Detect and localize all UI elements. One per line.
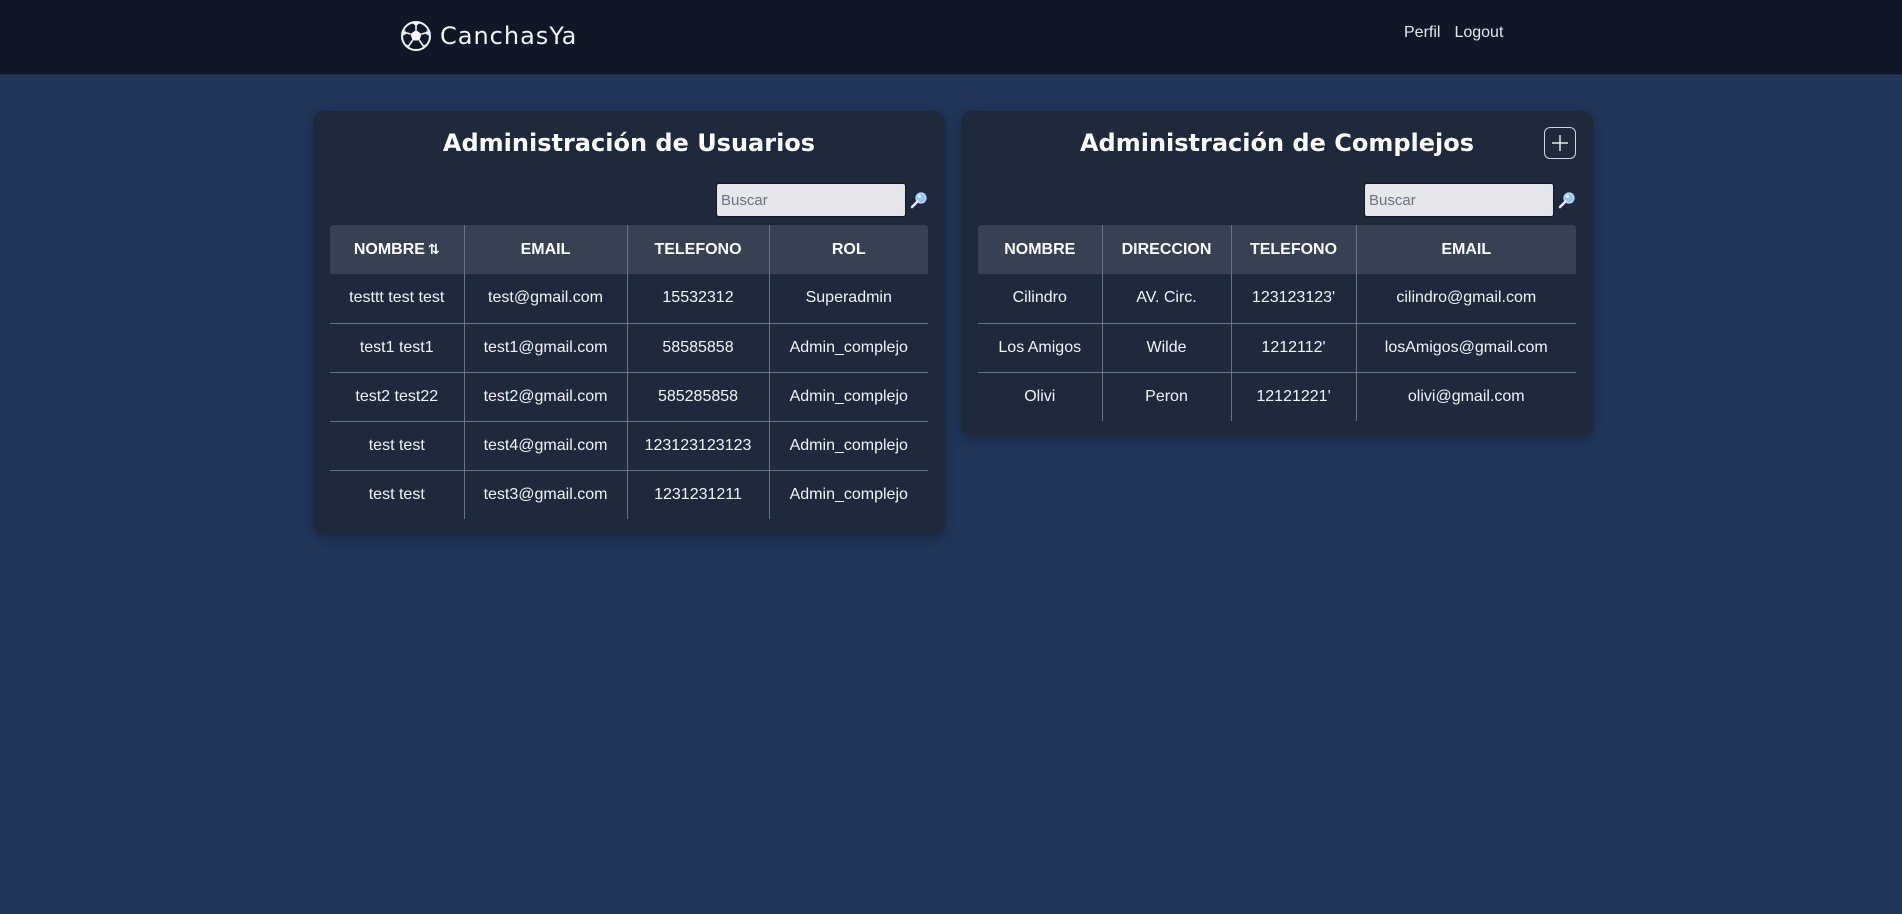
cell-nombre: test1 test1 xyxy=(330,323,465,373)
cell-telefono: 15532312 xyxy=(627,274,770,324)
search-icon[interactable] xyxy=(910,191,928,209)
complejos-table: NOMBRE DIRECCION TELEFONO EMAIL Cilindro… xyxy=(978,225,1576,421)
table-row[interactable]: test2 test22 test2@gmail.com 585285858 A… xyxy=(330,372,928,422)
cell-email: test2@gmail.com xyxy=(464,372,628,422)
top-navbar: CanchasYa Perfil Logout xyxy=(0,0,1902,75)
cell-rol: Admin_complejo xyxy=(769,323,928,373)
column-header-nombre: NOMBRE xyxy=(978,225,1103,274)
plus-icon xyxy=(1552,135,1568,151)
column-header-telefono: TELEFONO xyxy=(627,225,770,274)
brand-logo[interactable]: CanchasYa xyxy=(400,18,577,54)
cell-email: olivi@gmail.com xyxy=(1407,387,1525,405)
cell-telefono: 12121221' xyxy=(1231,372,1357,421)
cell-nombre: Olivi xyxy=(978,372,1103,421)
table-row[interactable]: test test test3@gmail.com 1231231211 Adm… xyxy=(330,470,928,519)
users-card-title: Administración de Usuarios xyxy=(442,129,816,157)
cell-nombre: test test xyxy=(330,421,465,471)
nav-links: Perfil Logout xyxy=(1404,24,1503,42)
table-header-row: NOMBRE ⇅ EMAIL TELEFONO ROL xyxy=(330,225,928,274)
cell-direccion: Wilde xyxy=(1102,323,1232,373)
users-table: NOMBRE ⇅ EMAIL TELEFONO ROL testtt test t… xyxy=(330,225,928,519)
complejos-admin-card: Administración de Complejos NOMBRE DIREC… xyxy=(961,111,1593,436)
column-header-telefono: TELEFONO xyxy=(1231,225,1357,274)
users-admin-card: Administración de Usuarios NOMBRE⇅ EMAIL… xyxy=(313,111,945,534)
cell-nombre: Cilindro xyxy=(978,274,1103,324)
complejos-card-title: Administración de Complejos xyxy=(1079,129,1475,157)
complejos-search-input[interactable] xyxy=(1364,183,1554,217)
cell-telefono: 1231231211 xyxy=(627,470,770,519)
table-row[interactable]: Cilindro AV. Circ. 123123123' cilindro@g… xyxy=(978,274,1576,324)
cell-telefono: 1212112' xyxy=(1231,323,1357,373)
cell-email: test@gmail.com xyxy=(464,274,628,324)
column-header-nombre[interactable]: NOMBRE ⇅ xyxy=(330,225,465,274)
cell-rol: Admin_complejo xyxy=(769,421,928,471)
column-header-rol: ROL xyxy=(769,225,928,274)
search-icon[interactable] xyxy=(1558,191,1576,209)
cell-email: test1@gmail.com xyxy=(464,323,628,373)
table-row[interactable]: testtt test test test@gmail.com 15532312… xyxy=(330,274,928,324)
cell-telefono: 58585858 xyxy=(627,323,770,373)
cell-rol: Superadmin xyxy=(769,274,928,324)
soccer-ball-icon xyxy=(401,21,431,51)
column-header-email: EMAIL xyxy=(464,225,628,274)
cell-nombre: testtt test test xyxy=(330,274,465,324)
cell-nombre: test2 test22 xyxy=(330,372,465,422)
cell-nombre: test test xyxy=(330,470,465,519)
cell-email: cilindro@gmail.com xyxy=(1356,274,1576,324)
table-header-row: NOMBRE DIRECCION TELEFONO EMAIL xyxy=(978,225,1576,274)
brand-name: CanchasYa xyxy=(440,22,578,50)
add-complejo-button[interactable] xyxy=(1544,127,1576,159)
table-row[interactable]: test test test4@gmail.com 123123123123 A… xyxy=(330,421,928,471)
column-header-direccion: DIRECCION xyxy=(1102,225,1232,274)
cell-nombre: Los Amigos xyxy=(978,323,1103,373)
cell-telefono: 123123123123 xyxy=(627,421,770,471)
sort-icon[interactable]: ⇅ xyxy=(428,241,440,257)
column-header-email: EMAIL xyxy=(1356,225,1576,274)
cell-rol: Admin_complejo xyxy=(789,485,908,503)
cell-email: test3@gmail.com xyxy=(464,470,628,519)
cell-direccion: Peron xyxy=(1102,372,1232,421)
table-row[interactable]: Los Amigos Wilde 1212112' losAmigos@gmai… xyxy=(978,323,1576,373)
cell-email: losAmigos@gmail.com xyxy=(1356,323,1576,373)
cell-email: test4@gmail.com xyxy=(464,421,628,471)
table-row[interactable]: Olivi Peron 12121221' olivi@gmail.com xyxy=(978,372,1576,421)
cell-direccion: AV. Circ. xyxy=(1102,274,1232,324)
nav-link-perfil[interactable]: Perfil xyxy=(1404,24,1440,42)
nav-link-logout[interactable]: Logout xyxy=(1454,24,1503,42)
cell-telefono: 123123123' xyxy=(1231,274,1357,324)
users-search-row xyxy=(716,183,928,217)
complejos-search-row xyxy=(1364,183,1576,217)
table-row[interactable]: test1 test1 test1@gmail.com 58585858 Adm… xyxy=(330,323,928,373)
cell-telefono: 585285858 xyxy=(627,372,770,422)
cell-rol: Admin_complejo xyxy=(769,372,928,422)
users-search-input[interactable] xyxy=(716,183,906,217)
